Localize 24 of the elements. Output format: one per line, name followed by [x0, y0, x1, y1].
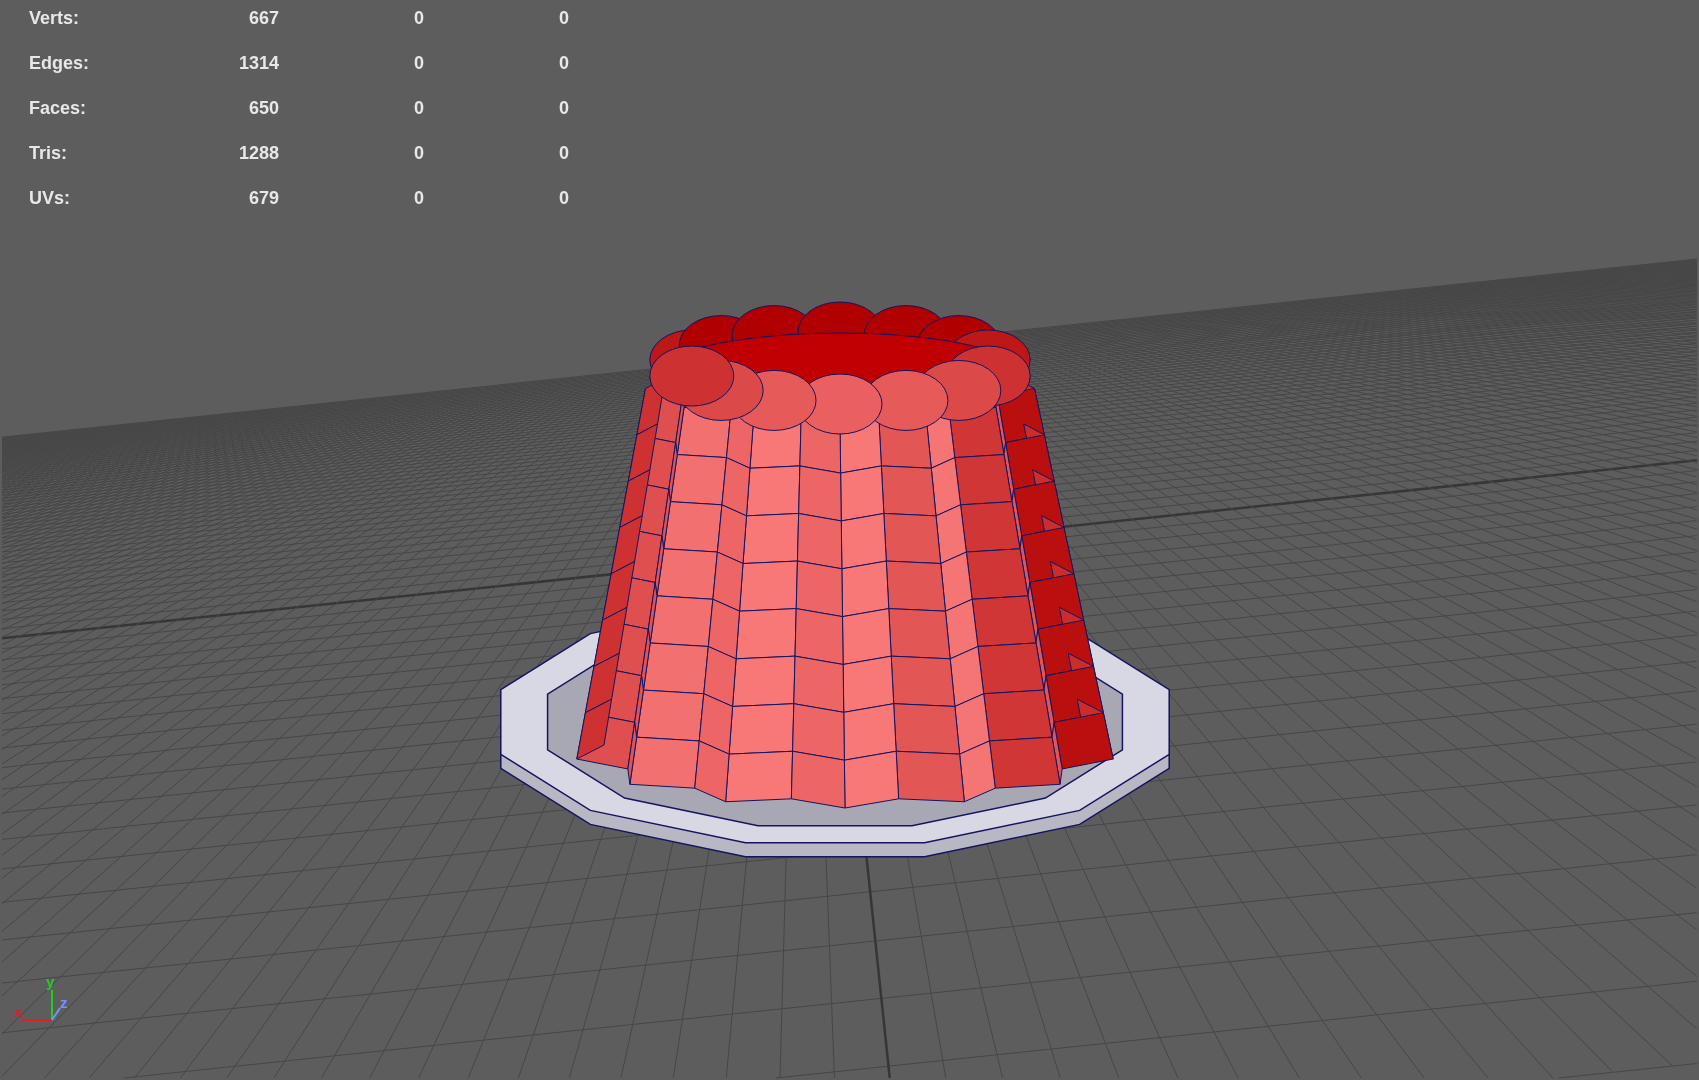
stat-label: Edges: — [29, 53, 90, 73]
axis-label: x — [14, 1004, 23, 1019]
stat-value: 667 — [247, 8, 279, 28]
stat-value: 0 — [413, 188, 424, 208]
stat-value: 0 — [558, 8, 569, 28]
axis-label: z — [60, 995, 68, 1010]
axis-gizmo-icon — [21, 989, 61, 1021]
stat-value: 0 — [413, 98, 424, 118]
stat-label: Faces: — [29, 98, 88, 118]
stat-label: Verts: — [29, 8, 81, 28]
stat-value: 0 — [558, 53, 569, 73]
axis-label: y — [46, 974, 55, 989]
stat-value: 679 — [247, 188, 279, 208]
stat-value: 0 — [413, 143, 424, 163]
stat-label: UVs: — [29, 188, 71, 208]
stat-value: 0 — [558, 143, 569, 163]
stat-value: 650 — [247, 98, 279, 118]
stat-value: 0 — [413, 53, 424, 73]
stat-value: 0 — [558, 188, 569, 208]
stat-label: Tris: — [29, 143, 68, 163]
stat-value: 0 — [558, 98, 569, 118]
stat-value: 0 — [413, 8, 424, 28]
stat-value: 1314 — [237, 53, 279, 73]
stat-value: 1288 — [237, 143, 279, 163]
